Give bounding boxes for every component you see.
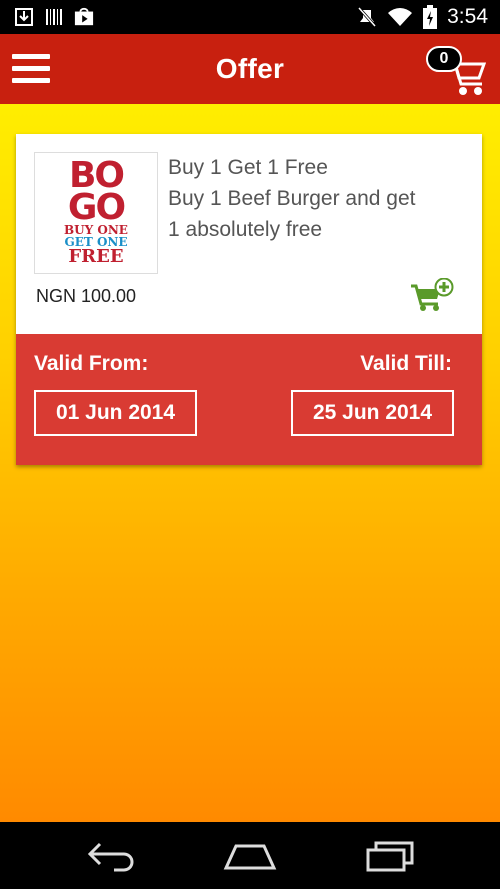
- offer-detail-line: Buy 1 Beef Burger and get: [168, 187, 416, 210]
- status-bar: 3:54: [0, 0, 500, 34]
- offer-title: Buy 1 Get 1 Free: [168, 156, 328, 179]
- offer-price: NGN 100.00: [36, 286, 137, 306]
- home-icon: [223, 844, 277, 870]
- valid-till-label: Valid Till:: [360, 352, 452, 375]
- home-button[interactable]: [222, 838, 278, 874]
- offer-detail-line: 1 absolutely free: [168, 218, 323, 241]
- bogo-text-go: GO: [67, 187, 126, 228]
- offer-image: BO GO BUY ONE GET ONE FREE: [34, 152, 158, 274]
- valid-till-date: 25 Jun 2014: [291, 390, 454, 436]
- barcode-icon: [44, 7, 64, 27]
- validity-panel: Valid From: Valid Till: 01 Jun 2014 25 J…: [16, 334, 482, 465]
- offer-card[interactable]: BO GO BUY ONE GET ONE FREE Buy 1 Get 1 F…: [16, 134, 482, 465]
- menu-icon-bar: [12, 66, 50, 71]
- battery-charging-icon: [423, 5, 438, 29]
- menu-icon-bar: [12, 78, 50, 83]
- menu-button[interactable]: [12, 52, 50, 86]
- bogo-text-free: FREE: [68, 246, 124, 267]
- navigation-bar: [0, 822, 500, 889]
- recent-apps-icon: [366, 841, 414, 872]
- play-store-icon: [74, 7, 94, 27]
- menu-icon: [12, 54, 50, 59]
- recent-apps-button[interactable]: [362, 838, 418, 874]
- cart-button[interactable]: 0: [424, 44, 486, 98]
- bogo-logo-bottom: GO: [68, 190, 126, 226]
- offer-description: Buy 1 Get 1 Free Buy 1 Beef Burger and g…: [168, 152, 416, 245]
- add-to-cart-icon: [411, 277, 454, 311]
- add-to-cart-button[interactable]: [410, 277, 454, 312]
- back-button[interactable]: [84, 838, 140, 874]
- valid-from-label: Valid From:: [34, 352, 149, 375]
- app-bar: Offer 0: [0, 34, 500, 104]
- notification-icons: [14, 7, 94, 27]
- download-icon: [14, 7, 34, 27]
- cart-count-badge: 0: [426, 46, 462, 72]
- content-area: BO GO BUY ONE GET ONE FREE Buy 1 Get 1 F…: [0, 104, 500, 822]
- valid-from-date: 01 Jun 2014: [34, 390, 197, 436]
- back-icon: [87, 842, 134, 872]
- status-clock: 3:54: [447, 5, 488, 28]
- page-title: Offer: [215, 53, 285, 84]
- wifi-icon: [387, 7, 413, 27]
- system-icons: 3:54: [357, 0, 488, 34]
- mute-icon: [357, 7, 377, 27]
